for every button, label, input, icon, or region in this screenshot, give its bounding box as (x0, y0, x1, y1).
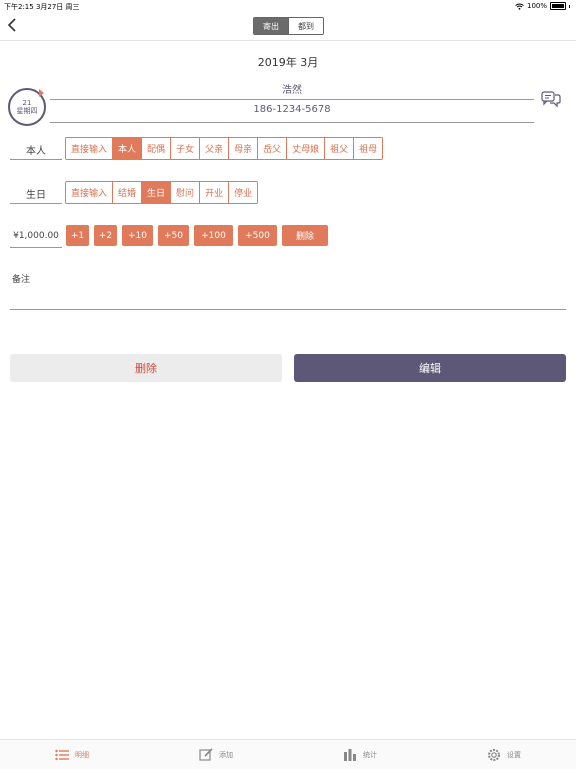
status-bar: 下午2:15 3月27日 周三 100% (0, 0, 576, 12)
edit-button[interactable]: 编辑 (294, 354, 566, 382)
relation-option-selected[interactable]: 本人 (113, 138, 143, 159)
relation-options: 直接输入 本人 配偶 子女 父亲 母亲 岳父 丈母娘 祖父 祖母 (65, 137, 384, 160)
contact-phone[interactable]: 186-1234-5678 (50, 104, 534, 115)
contact-name[interactable]: 浩然 (50, 81, 534, 96)
month-header: 2019年 3月 (257, 56, 319, 69)
relation-option[interactable]: 直接输入 (66, 138, 114, 159)
tab-add[interactable]: 添加 (144, 740, 288, 769)
increment-button[interactable]: +2 (94, 225, 117, 246)
status-right: 100% (515, 2, 570, 10)
event-option[interactable]: 直接输入 (66, 182, 114, 203)
relation-underline (10, 159, 62, 160)
event-option[interactable]: 开业 (200, 182, 230, 203)
status-time-date: 下午2:15 3月27日 周三 (4, 3, 80, 11)
event-option[interactable]: 结婚 (113, 182, 143, 203)
relation-option[interactable]: 母亲 (229, 138, 259, 159)
send-receive-segment: 寄出 都到 (253, 17, 324, 35)
remark-underline (10, 309, 566, 310)
tab-label: 添加 (219, 750, 233, 759)
bar-chart-icon (344, 749, 356, 761)
name-underline (50, 99, 534, 100)
segment-send[interactable]: 寄出 (254, 18, 288, 34)
relation-option[interactable]: 子女 (171, 138, 201, 159)
chevron-left-icon (7, 18, 16, 32)
event-option-selected[interactable]: 生日 (142, 182, 172, 203)
amount-value[interactable]: ¥1,000.00 (10, 231, 62, 241)
delete-button[interactable]: 删除 (10, 354, 282, 382)
relation-option[interactable]: 父亲 (200, 138, 230, 159)
event-underline (10, 203, 62, 204)
battery-percent: 100% (526, 2, 547, 10)
relation-option[interactable]: 祖父 (325, 138, 355, 159)
tab-stats[interactable]: 统计 (288, 740, 432, 769)
increment-button[interactable]: +500 (238, 225, 277, 246)
increment-button[interactable]: +100 (194, 225, 233, 246)
tab-label: 统计 (363, 750, 377, 759)
event-options: 直接输入 结婚 生日 慰问 开业 停业 (65, 181, 259, 204)
relation-option[interactable]: 丈母娘 (287, 138, 326, 159)
increment-button[interactable]: +10 (122, 225, 153, 246)
relation-option[interactable]: 祖母 (354, 138, 383, 159)
clear-amount-button[interactable]: 删除 (282, 225, 328, 246)
event-option[interactable]: 慰问 (171, 182, 201, 203)
back-button[interactable] (5, 16, 21, 34)
tab-bar: 明细 添加 统计 设置 (0, 739, 576, 769)
relation-option[interactable]: 配偶 (142, 138, 172, 159)
tab-details[interactable]: 明细 (0, 740, 144, 769)
phone-underline (50, 122, 534, 123)
calendar-arrow-icon (30, 89, 44, 97)
battery-tip (569, 4, 570, 8)
remark-label: 备注 (12, 275, 31, 285)
wifi-icon (515, 3, 524, 10)
tab-label: 明细 (75, 750, 89, 759)
chat-icon (541, 91, 561, 108)
event-label: 生日 (26, 190, 46, 201)
increment-button[interactable]: +1 (66, 225, 89, 246)
event-option[interactable]: 停业 (229, 182, 258, 203)
increment-button[interactable]: +50 (158, 225, 189, 246)
gear-icon (488, 748, 500, 761)
calendar-day: 21 (22, 99, 32, 107)
tab-settings[interactable]: 设置 (432, 740, 576, 769)
amount-underline (10, 247, 62, 248)
list-icon (55, 749, 69, 760)
message-button[interactable] (541, 90, 561, 108)
segment-receive[interactable]: 都到 (288, 18, 323, 34)
nav-bar: 寄出 都到 (0, 12, 576, 41)
relation-option[interactable]: 岳父 (258, 138, 288, 159)
edit-icon (199, 748, 213, 761)
battery-icon (550, 2, 566, 10)
calendar-weekday: 星期四 (16, 107, 38, 115)
tab-label: 设置 (507, 750, 521, 759)
relation-label: 本人 (26, 146, 46, 157)
